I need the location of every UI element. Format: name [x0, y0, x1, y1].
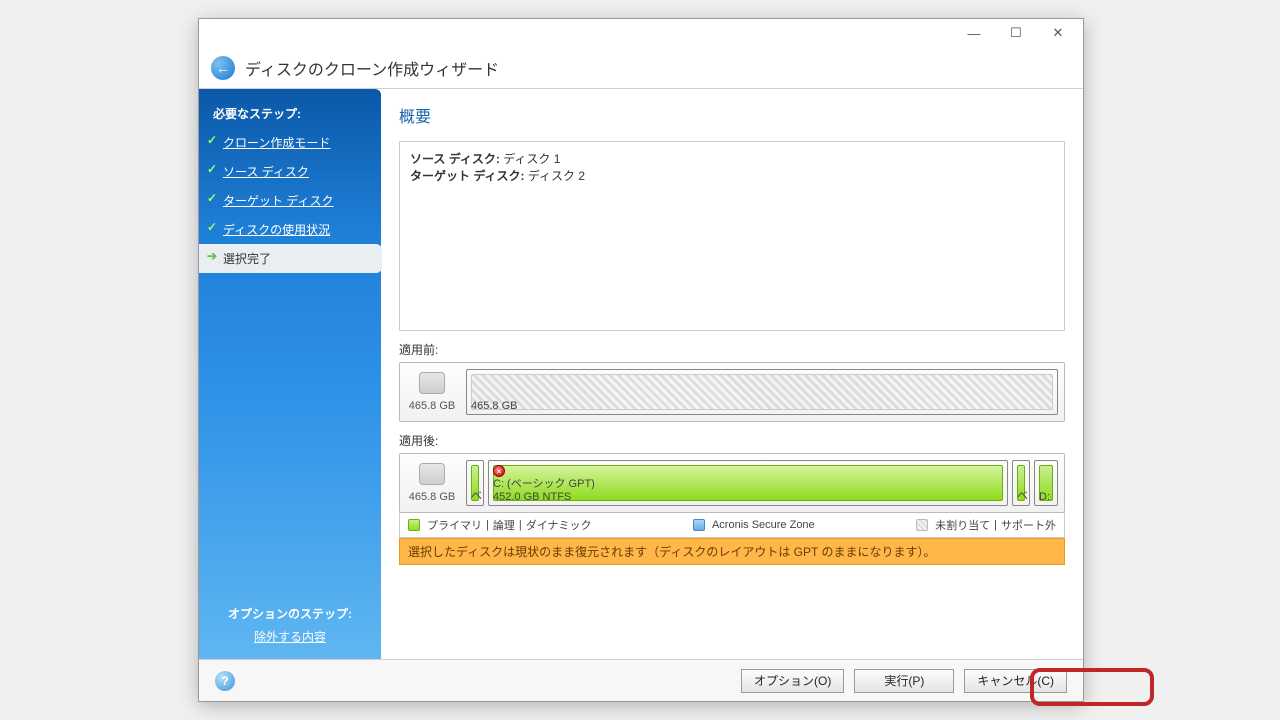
sidebar-exclude-link[interactable]: 除外する内容 — [254, 630, 326, 644]
wizard-window: — ☐ ✕ ← ディスクのクローン作成ウィザード 必要なステップ: クローン作成… — [198, 18, 1084, 702]
disk-after: 465.8 GB ベ... × C: (ベーシック GPT) 452.0 GB … — [399, 453, 1065, 513]
disk-after-icon: 465.8 GB — [406, 460, 458, 506]
legend: プライマリ | 論理 | ダイナミック Acronis Secure Zone … — [399, 513, 1065, 538]
cancel-button[interactable]: キャンセル(C) — [964, 669, 1067, 693]
after-label: 適用後: — [399, 432, 1065, 449]
partition-small-right1[interactable]: ベ... — [1012, 460, 1030, 506]
disk-before: 465.8 GB 465.8 GB — [399, 362, 1065, 422]
disk-icon — [419, 463, 445, 485]
sidebar-optional-label: オプションのステップ: — [199, 605, 381, 622]
disk-before-icon: 465.8 GB — [406, 369, 458, 415]
sidebar-optional: オプションのステップ: 除外する内容 — [199, 605, 381, 645]
summary-target: ターゲット ディスク: ディスク 2 — [410, 167, 1054, 184]
sidebar-required-label: 必要なステップ: — [199, 99, 381, 128]
main-title: 概要 — [399, 103, 1065, 127]
legend-primary-icon — [408, 519, 420, 531]
titlebar: — ☐ ✕ — [199, 19, 1083, 47]
main-panel: 概要 ソース ディスク: ディスク 1 ターゲット ディスク: ディスク 2 適… — [381, 89, 1083, 659]
partition-unallocated[interactable]: 465.8 GB — [466, 369, 1058, 415]
footer: ? オプション(O) 実行(P) キャンセル(C) — [199, 659, 1083, 701]
summary-source: ソース ディスク: ディスク 1 — [410, 150, 1054, 167]
sidebar-step-clone-mode[interactable]: クローン作成モード — [199, 128, 381, 157]
sidebar: 必要なステップ: クローン作成モード ソース ディスク ターゲット ディスク デ… — [199, 89, 381, 659]
partition-small-left[interactable]: ベ... — [466, 460, 484, 506]
sidebar-step-finish: 選択完了 — [199, 244, 382, 273]
notice-bar: 選択したディスクは現状のまま復元されます（ディスクのレイアウトは GPT のまま… — [399, 538, 1065, 565]
partition-c[interactable]: × C: (ベーシック GPT) 452.0 GB NTFS — [488, 460, 1008, 506]
error-icon: × — [493, 465, 505, 477]
sidebar-step-source-disk[interactable]: ソース ディスク — [199, 157, 381, 186]
disk-after-capacity: 465.8 GB — [409, 491, 455, 503]
disk-icon — [419, 372, 445, 394]
partition-d[interactable]: D: — [1034, 460, 1058, 506]
sidebar-step-target-disk[interactable]: ターゲット ディスク — [199, 186, 381, 215]
options-button[interactable]: オプション(O) — [741, 669, 844, 693]
wizard-header: ← ディスクのクローン作成ウィザード — [199, 47, 1083, 89]
wizard-title: ディスクのクローン作成ウィザード — [245, 56, 499, 80]
help-icon[interactable]: ? — [215, 671, 235, 691]
back-icon[interactable]: ← — [211, 56, 235, 80]
legend-zone-icon — [693, 519, 705, 531]
proceed-button[interactable]: 実行(P) — [854, 669, 954, 693]
sidebar-step-disk-usage[interactable]: ディスクの使用状況 — [199, 215, 381, 244]
minimize-button[interactable]: — — [953, 21, 995, 45]
summary-box: ソース ディスク: ディスク 1 ターゲット ディスク: ディスク 2 — [399, 141, 1065, 331]
legend-unallocated-icon — [916, 519, 928, 531]
maximize-button[interactable]: ☐ — [995, 21, 1037, 45]
disk-before-capacity: 465.8 GB — [409, 400, 455, 412]
before-label: 適用前: — [399, 341, 1065, 358]
close-button[interactable]: ✕ — [1037, 21, 1079, 45]
